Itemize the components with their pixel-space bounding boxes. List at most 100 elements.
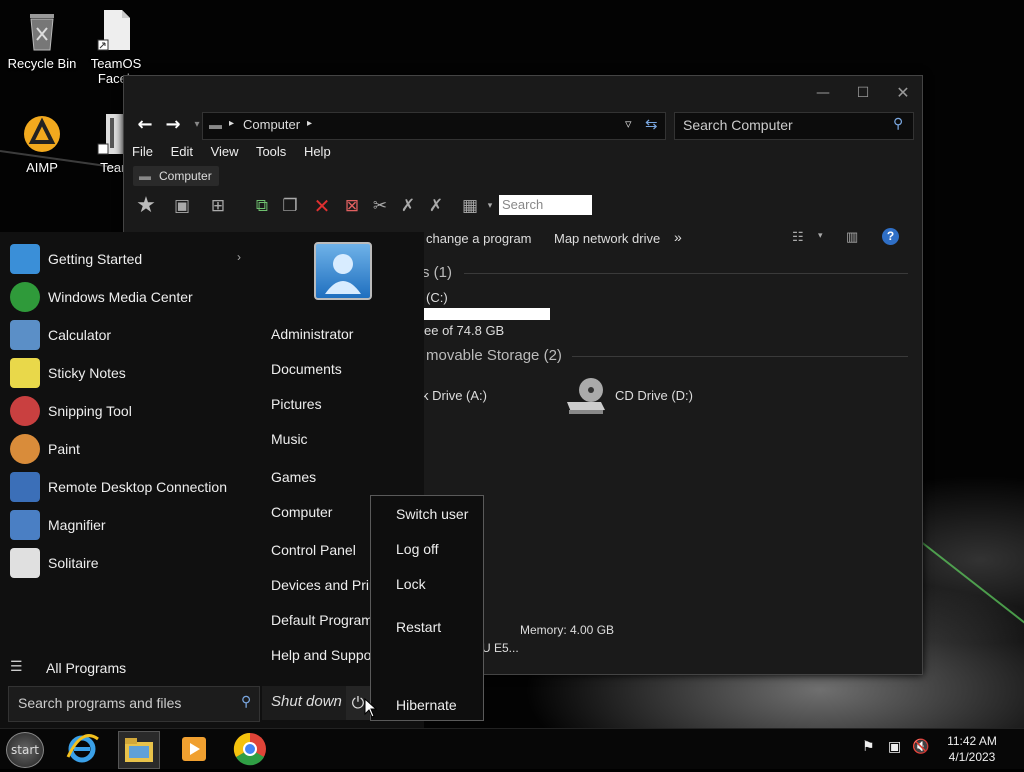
close-button[interactable]: ✕ xyxy=(888,82,918,104)
volume-muted-icon[interactable]: 🔇 xyxy=(912,739,929,755)
menu-bar: File Edit View Tools Help xyxy=(132,144,345,164)
file-explorer-icon[interactable] xyxy=(118,731,160,769)
menu-item-restart[interactable]: Restart xyxy=(396,619,441,635)
start-label: start xyxy=(11,743,39,757)
menu-file[interactable]: File xyxy=(132,144,153,159)
network-icon[interactable]: ⧉ xyxy=(250,194,274,218)
desktop-icon-aimp[interactable]: AIMP xyxy=(0,112,84,175)
move-icon[interactable]: ✗ xyxy=(396,194,420,218)
toolbar: ★ ▣ ⊞ ⧉ ❐ ✕ ⊠ ✂ ✗ ✗ ▦ ▾ Search xyxy=(132,190,914,220)
search-input[interactable]: Search Computer ⚲ xyxy=(674,112,914,140)
magnifier-icon xyxy=(10,510,40,540)
program-remote-desktop-connection[interactable]: Remote Desktop Connection xyxy=(6,469,252,505)
start-right-computer[interactable]: Computer xyxy=(271,504,332,520)
shut-down-button[interactable]: Shut down xyxy=(262,686,346,720)
program-magnifier[interactable]: Magnifier xyxy=(6,507,252,543)
back-arrow-icon[interactable]: ← xyxy=(134,114,156,136)
start-right-help-and-support[interactable]: Help and Support xyxy=(271,647,380,663)
floppy-drive-label[interactable]: k Drive (A:) xyxy=(422,388,487,403)
menu-help[interactable]: Help xyxy=(304,144,331,159)
list-icon: ☰ xyxy=(10,658,23,674)
program-solitaire[interactable]: Solitaire xyxy=(6,545,252,581)
refresh-icon[interactable]: ⇆ xyxy=(645,115,658,133)
delete-window-icon[interactable]: ⊠ xyxy=(340,194,364,218)
preview-pane-icon[interactable]: ▥ xyxy=(846,229,858,245)
start-right-devices-and-printers[interactable]: Devices and Print xyxy=(271,577,381,593)
tab-label: Computer xyxy=(159,169,212,183)
forward-arrow-icon[interactable]: → xyxy=(162,114,184,136)
start-right-control-panel[interactable]: Control Panel xyxy=(271,542,356,558)
menu-tools[interactable]: Tools xyxy=(256,144,286,159)
maximize-button[interactable]: ☐ xyxy=(848,82,878,104)
program-windows-media-center[interactable]: Windows Media Center xyxy=(6,279,252,315)
computer-small-icon: ▬ xyxy=(209,117,222,132)
search-icon[interactable]: ⚲ xyxy=(893,115,903,132)
tab-computer[interactable]: ▬ Computer xyxy=(133,166,219,186)
start-button[interactable]: start xyxy=(6,732,44,768)
address-bar[interactable]: ▬ ▸ Computer ▸ ▿ ⇆ xyxy=(202,112,666,140)
change-view-icon[interactable]: ☷ xyxy=(792,229,804,245)
history-icon[interactable]: ▣ xyxy=(170,194,194,218)
program-label: Remote Desktop Connection xyxy=(48,479,227,495)
start-right-games[interactable]: Games xyxy=(271,469,316,485)
delete-icon[interactable]: ✕ xyxy=(310,194,334,218)
minimize-button[interactable]: — xyxy=(808,82,838,104)
start-right-default-programs[interactable]: Default Programs xyxy=(271,612,380,628)
media-player-icon[interactable] xyxy=(174,731,214,767)
power-icon: ⏻ xyxy=(351,693,365,712)
menu-item-hibernate[interactable]: Hibernate xyxy=(396,697,457,713)
menu-item-switch-user[interactable]: Switch user xyxy=(396,506,468,522)
windows-logo-icon[interactable]: ⊞ xyxy=(206,194,230,218)
mouse-cursor-icon xyxy=(364,697,378,722)
map-network-drive-button[interactable]: Map network drive xyxy=(554,231,660,246)
start-right-music[interactable]: Music xyxy=(271,431,308,447)
program-label: Sticky Notes xyxy=(48,365,126,381)
all-programs-button[interactable]: ☰ All Programs xyxy=(6,650,252,686)
program-label: Calculator xyxy=(48,327,112,343)
program-label: Paint xyxy=(48,441,80,457)
taskbar-clock[interactable]: 11:42 AM 4/1/2023 xyxy=(940,733,1004,765)
menu-edit[interactable]: Edit xyxy=(171,144,193,159)
desktop-icon-recycle-bin[interactable]: Recycle Bin xyxy=(0,8,84,71)
change-program-button[interactable]: change a program xyxy=(426,231,532,246)
clock-date: 4/1/2023 xyxy=(948,750,996,764)
program-sticky-notes[interactable]: Sticky Notes xyxy=(6,355,252,391)
programs-list: Getting Started › Windows Media Center C… xyxy=(0,232,258,680)
program-calculator[interactable]: Calculator xyxy=(6,317,252,353)
start-right-administrator[interactable]: Administrator xyxy=(271,326,353,342)
program-getting-started[interactable]: Getting Started › xyxy=(6,241,252,277)
copy-icon[interactable]: ❐ xyxy=(278,194,302,218)
disconnect-icon[interactable]: ✂ xyxy=(368,194,392,218)
program-label: Solitaire xyxy=(48,555,99,571)
cancel-icon[interactable]: ✗ xyxy=(424,194,448,218)
network-icon[interactable]: ▣ xyxy=(888,739,901,755)
program-snipping-tool[interactable]: Snipping Tool xyxy=(6,393,252,429)
cd-drive-icon[interactable] xyxy=(565,376,609,416)
cd-drive-label[interactable]: CD Drive (D:) xyxy=(615,388,693,403)
program-label: Magnifier xyxy=(48,517,106,533)
chrome-icon[interactable] xyxy=(230,731,270,767)
address-segment-computer[interactable]: Computer xyxy=(243,117,300,132)
view-dropdown-icon[interactable]: ▾ xyxy=(818,230,823,241)
menu-item-log-off[interactable]: Log off xyxy=(396,541,439,557)
navigation-bar: ← → ▾ ▬ ▸ Computer ▸ ▿ ⇆ Search Computer… xyxy=(124,110,922,140)
help-icon[interactable]: ? xyxy=(882,228,899,245)
title-bar[interactable]: — ☐ ✕ xyxy=(124,76,922,110)
start-search-input[interactable]: Search programs and files ⚲ xyxy=(8,686,260,722)
paint-icon xyxy=(10,434,40,464)
menu-item-lock[interactable]: Lock xyxy=(396,576,426,592)
internet-explorer-icon[interactable] xyxy=(62,731,102,767)
toolbar-search-input[interactable]: Search xyxy=(499,195,592,215)
favorites-star-icon[interactable]: ★ xyxy=(134,194,158,218)
start-right-pictures[interactable]: Pictures xyxy=(271,396,322,412)
program-paint[interactable]: Paint xyxy=(6,431,252,467)
user-avatar[interactable] xyxy=(314,242,372,300)
address-dropdown-icon[interactable]: ▿ xyxy=(625,116,632,132)
drive-c-label[interactable]: (C:) xyxy=(426,290,448,305)
more-commands-button[interactable]: » xyxy=(674,229,682,245)
start-right-documents[interactable]: Documents xyxy=(271,361,342,377)
program-label: Getting Started xyxy=(48,251,143,267)
action-center-flag-icon[interactable]: ⚑ xyxy=(862,739,875,755)
computer-small-icon: ▬ xyxy=(139,169,151,183)
menu-view[interactable]: View xyxy=(211,144,239,159)
